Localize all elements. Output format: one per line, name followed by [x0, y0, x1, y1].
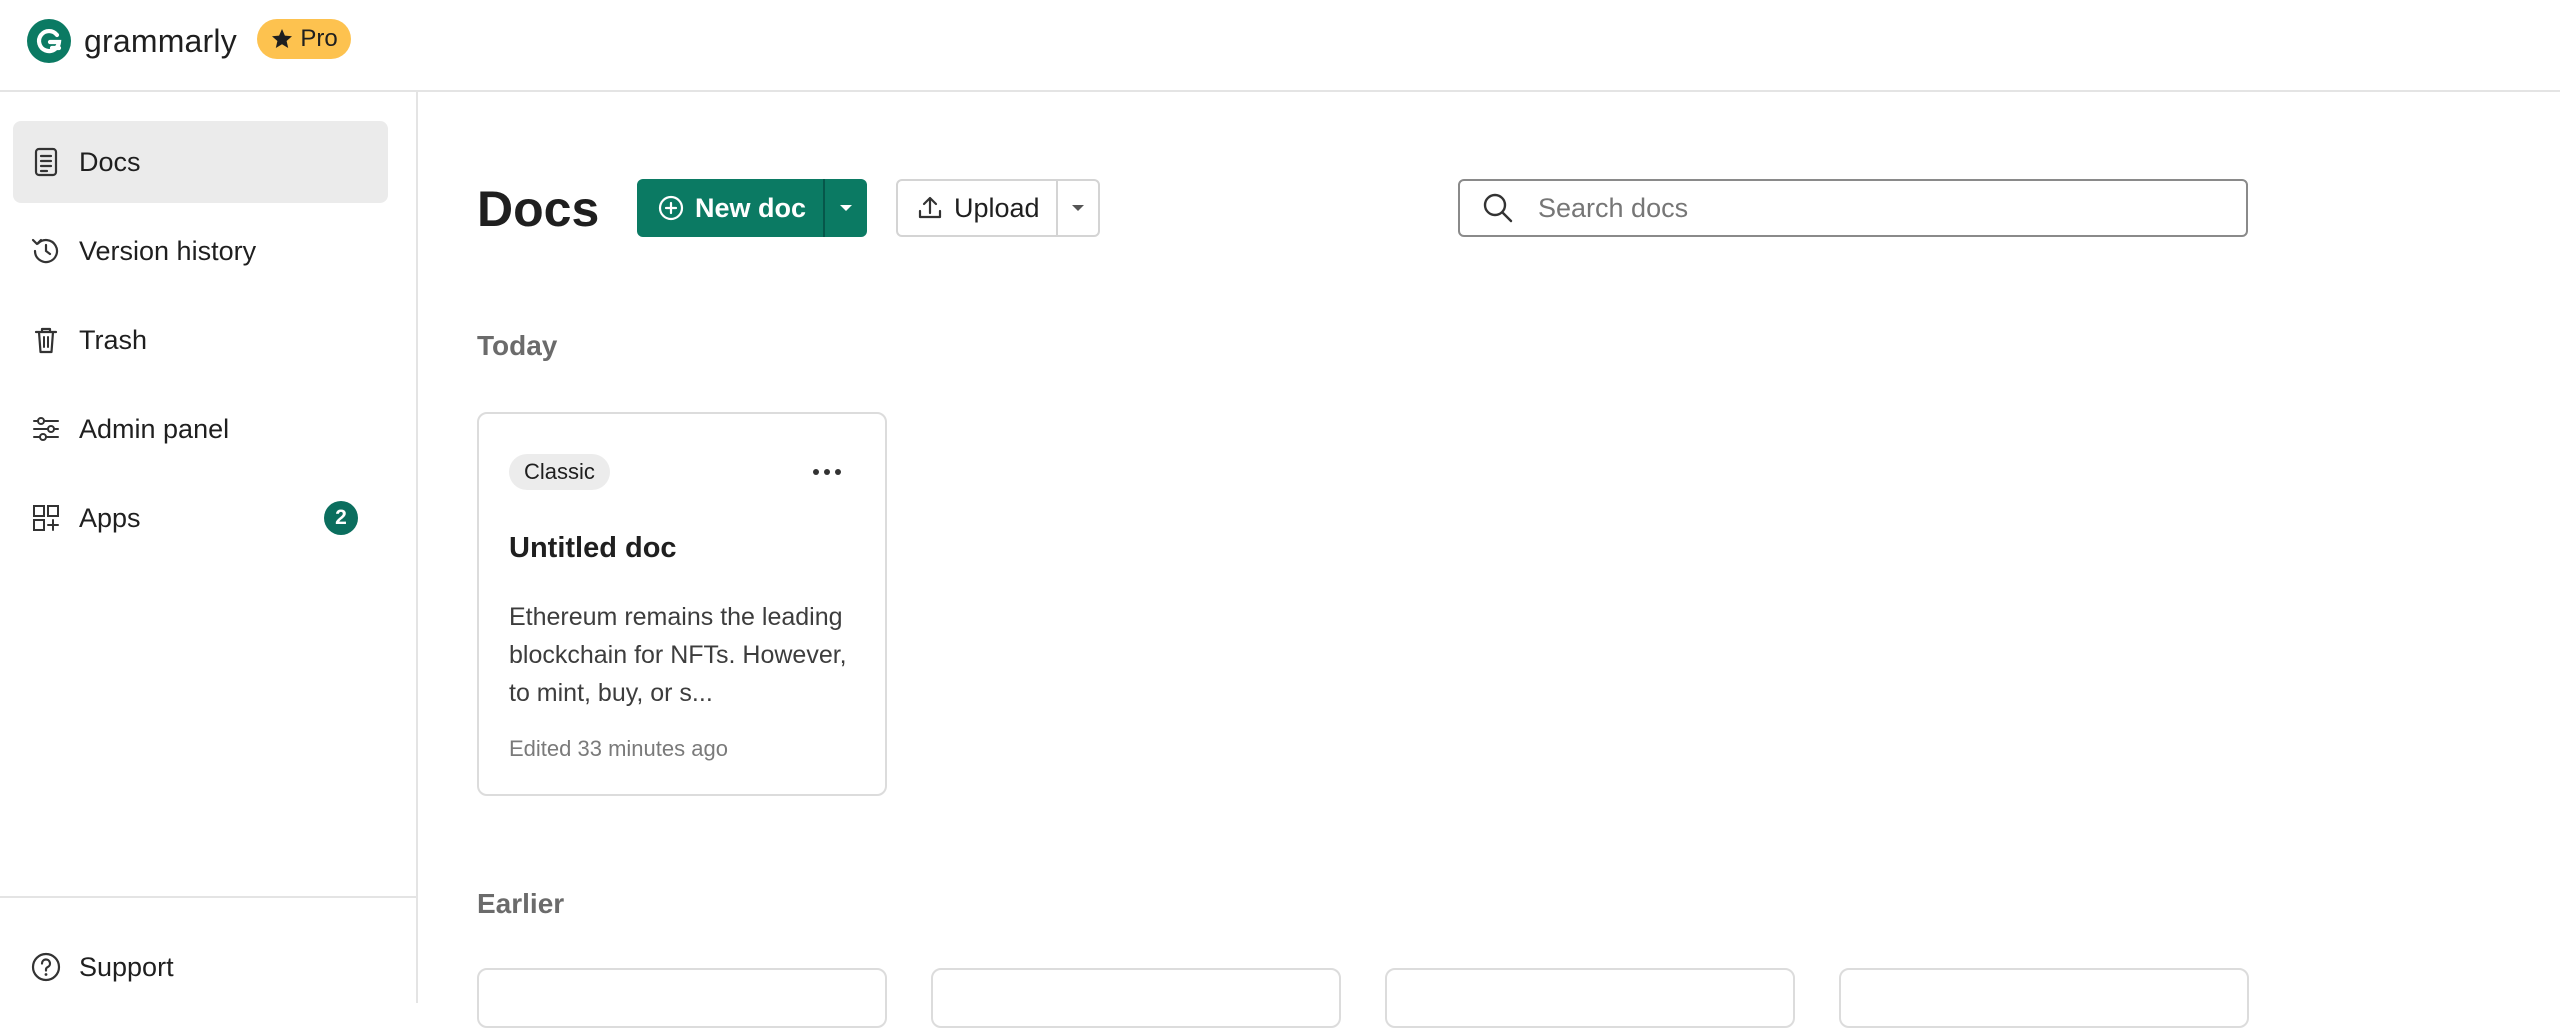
trash-icon: [29, 323, 63, 357]
sidebar: Docs Version history Trash Admin panel A…: [0, 92, 418, 1003]
sidebar-divider: [0, 896, 416, 898]
caret-down-icon: [1072, 205, 1084, 211]
grammarly-logo[interactable]: grammarly: [26, 18, 237, 64]
sidebar-item-docs[interactable]: Docs: [13, 121, 388, 203]
upload-icon: [918, 196, 942, 219]
sidebar-item-apps[interactable]: Apps 2: [13, 477, 388, 559]
more-options-icon[interactable]: [807, 458, 847, 486]
grammarly-logo-icon: [27, 19, 71, 63]
sidebar-item-label: Support: [79, 951, 174, 982]
new-doc-button[interactable]: New doc: [637, 179, 823, 237]
new-doc-dropdown-button[interactable]: [823, 179, 867, 237]
pro-label: Pro: [300, 25, 338, 52]
apps-grid-icon: [29, 501, 63, 535]
sidebar-item-label: Apps: [79, 502, 141, 533]
section-title-earlier: Earlier: [477, 888, 565, 919]
doc-card[interactable]: [931, 968, 1341, 1028]
document-icon: [29, 145, 63, 179]
sidebar-item-admin-panel[interactable]: Admin panel: [13, 388, 388, 470]
star-icon: [272, 29, 293, 48]
search-box: [1458, 179, 2248, 237]
plus-circle-icon: [658, 195, 684, 221]
sidebar-item-trash[interactable]: Trash: [13, 299, 388, 381]
doc-edited-time: Edited 33 minutes ago: [509, 736, 728, 761]
logo-wordmark: grammarly: [84, 22, 237, 59]
upload-button[interactable]: Upload: [898, 181, 1056, 235]
sidebar-item-label: Admin panel: [79, 413, 230, 444]
history-icon: [29, 234, 63, 268]
doc-card[interactable]: [1839, 968, 2249, 1028]
apps-count-badge: 2: [324, 501, 358, 535]
page-title: Docs: [477, 181, 600, 237]
upload-dropdown-button[interactable]: [1056, 181, 1098, 235]
sidebar-item-label: Docs: [79, 146, 141, 177]
doc-card[interactable]: [477, 968, 887, 1028]
doc-excerpt: Ethereum remains the leading blockchain …: [509, 603, 847, 707]
upload-split-button: Upload: [896, 179, 1100, 237]
search-input[interactable]: [1538, 192, 2218, 224]
top-bar: grammarly Pro: [0, 0, 2560, 92]
doc-card[interactable]: Classic Untitled doc Ethereum remains th…: [477, 412, 887, 796]
sidebar-item-version-history[interactable]: Version history: [13, 210, 388, 292]
sidebar-item-support[interactable]: Support: [13, 926, 388, 1008]
new-doc-split-button: New doc: [637, 179, 867, 237]
search-icon: [1483, 193, 1513, 223]
section-title-today: Today: [477, 330, 558, 361]
pro-badge[interactable]: Pro: [257, 19, 351, 59]
caret-down-icon: [840, 205, 852, 211]
upload-label: Upload: [954, 192, 1040, 223]
sidebar-item-label: Trash: [79, 324, 148, 355]
sliders-icon: [29, 412, 63, 446]
new-doc-label: New doc: [695, 192, 807, 223]
sidebar-item-label: Version history: [79, 235, 257, 266]
doc-title: Untitled doc: [509, 532, 677, 564]
doc-card[interactable]: [1385, 968, 1795, 1028]
doc-type-tag: Classic: [509, 454, 610, 490]
help-circle-icon: [29, 950, 63, 984]
